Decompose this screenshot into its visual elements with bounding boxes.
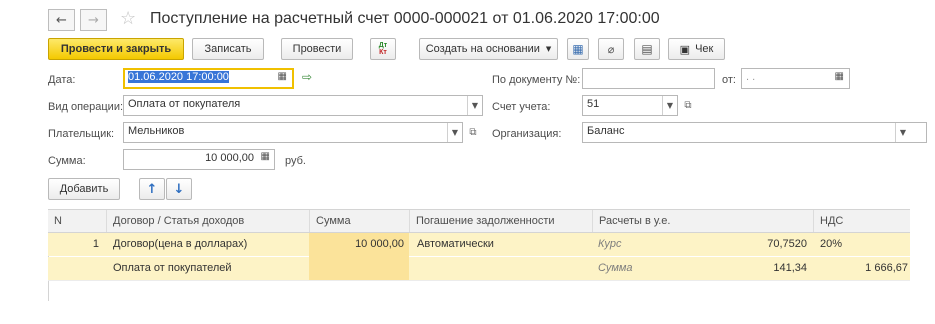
row-divider bbox=[48, 280, 910, 281]
move-up-button[interactable]: ↑ bbox=[139, 178, 165, 200]
operation-type-select[interactable]: Оплата от покупателя ▼ bbox=[123, 95, 483, 116]
organization-select[interactable]: Баланс ▼ bbox=[582, 122, 927, 143]
chevron-down-icon[interactable]: ▼ bbox=[447, 123, 462, 142]
column-header-vat[interactable]: НДС bbox=[813, 210, 910, 232]
open-icon[interactable]: ⧉ bbox=[681, 98, 695, 112]
create-based-on-button[interactable]: Создать на основании ▼ bbox=[419, 38, 558, 60]
repayment-cell[interactable]: Автоматически bbox=[417, 233, 494, 256]
print-report-button[interactable]: ▤ bbox=[634, 38, 660, 60]
row-number: 1 bbox=[92, 238, 99, 250]
chevron-down-icon[interactable]: ▼ bbox=[895, 123, 910, 142]
chevron-down-icon: ▼ bbox=[545, 45, 552, 53]
attach-file-button[interactable]: ⌀ bbox=[598, 38, 624, 60]
number-settings-icon[interactable]: ⇨ bbox=[302, 70, 312, 84]
calculator-icon[interactable]: ▦ bbox=[261, 151, 270, 162]
settlement-sum-value[interactable]: 141,34 bbox=[680, 257, 807, 280]
account-label: Счет учета: bbox=[492, 101, 551, 113]
chevron-down-icon[interactable]: ▼ bbox=[662, 96, 677, 115]
from-date-label: от: bbox=[722, 74, 736, 86]
column-header-sum[interactable]: Сумма bbox=[309, 210, 409, 232]
table-header: N Договор / Статья доходов Сумма Погашен… bbox=[48, 209, 910, 233]
date-field[interactable]: 01.06.2020 17:00:00 ▦ bbox=[123, 68, 294, 89]
arrow-right-icon: → bbox=[88, 12, 99, 28]
column-header-contract[interactable]: Договор / Статья доходов bbox=[106, 210, 309, 232]
vat-sum-cell[interactable]: 1 666,67 bbox=[820, 257, 908, 280]
cash-register-icon: ▣ bbox=[679, 42, 691, 56]
settlement-sum-label: Сумма bbox=[598, 262, 633, 274]
account-select[interactable]: 51 ▼ bbox=[582, 95, 678, 116]
arrow-down-icon: ↓ bbox=[173, 181, 185, 197]
column-header-repayment[interactable]: Погашение задолженности bbox=[409, 210, 592, 232]
dt-kt-icon: Дт bbox=[378, 42, 388, 49]
calendar-icon[interactable]: ▦ bbox=[278, 71, 287, 82]
arrow-up-icon: ↑ bbox=[146, 181, 158, 197]
favorite-star-icon[interactable]: ☆ bbox=[120, 8, 136, 29]
rate-label: Курс bbox=[598, 238, 622, 250]
column-header-n[interactable]: N bbox=[48, 210, 106, 232]
page-title: Поступление на расчетный счет 0000-00002… bbox=[150, 10, 660, 27]
post-button[interactable]: Провести bbox=[281, 38, 353, 60]
paperclip-icon: ⌀ bbox=[607, 42, 615, 56]
doc-number-label: По документу №: bbox=[492, 74, 581, 86]
dt-kt-button[interactable]: Дт Кт bbox=[370, 38, 396, 60]
chevron-down-icon[interactable]: ▼ bbox=[467, 96, 482, 115]
sum-label: Сумма: bbox=[48, 155, 86, 167]
income-item-cell[interactable]: Оплата от покупателей bbox=[113, 257, 232, 280]
hierarchy-icon: ▦ bbox=[572, 42, 584, 56]
rate-value[interactable]: 70,7520 bbox=[680, 233, 807, 256]
receipt-button[interactable]: ▣ Чек bbox=[668, 38, 725, 60]
payer-select[interactable]: Мельников ▼ bbox=[123, 122, 463, 143]
organization-label: Организация: bbox=[492, 128, 562, 140]
payer-label: Плательщик: bbox=[48, 128, 115, 140]
calendar-icon[interactable]: ▦ bbox=[835, 71, 844, 82]
move-down-button[interactable]: ↓ bbox=[166, 178, 192, 200]
operation-type-label: Вид операции: bbox=[48, 101, 124, 113]
sum-cell-highlight bbox=[309, 257, 409, 280]
contract-cell[interactable]: Договор(цена в долларах) bbox=[113, 233, 247, 256]
open-icon[interactable]: ⧉ bbox=[466, 125, 480, 139]
structure-icon-button[interactable]: ▦ bbox=[567, 38, 589, 60]
date-label: Дата: bbox=[48, 74, 76, 86]
from-date-field[interactable]: . . ▦ bbox=[741, 68, 850, 89]
add-row-button[interactable]: Добавить bbox=[48, 178, 120, 200]
save-button[interactable]: Записать bbox=[192, 38, 264, 60]
column-header-settlements[interactable]: Расчеты в у.е. bbox=[592, 210, 813, 232]
vat-rate-cell[interactable]: 20% bbox=[820, 233, 842, 256]
back-button[interactable]: ← bbox=[48, 9, 75, 31]
document-list-icon: ▤ bbox=[641, 42, 653, 56]
forward-button[interactable]: → bbox=[80, 9, 107, 31]
post-and-close-button[interactable]: Провести и закрыть bbox=[48, 38, 184, 60]
sum-cell[interactable]: 10 000,00 bbox=[309, 233, 404, 256]
doc-number-field[interactable] bbox=[582, 68, 715, 89]
sum-field[interactable]: 10 000,00 ▦ bbox=[123, 149, 275, 170]
arrow-left-icon: ← bbox=[56, 12, 67, 28]
currency-label: руб. bbox=[285, 155, 306, 167]
